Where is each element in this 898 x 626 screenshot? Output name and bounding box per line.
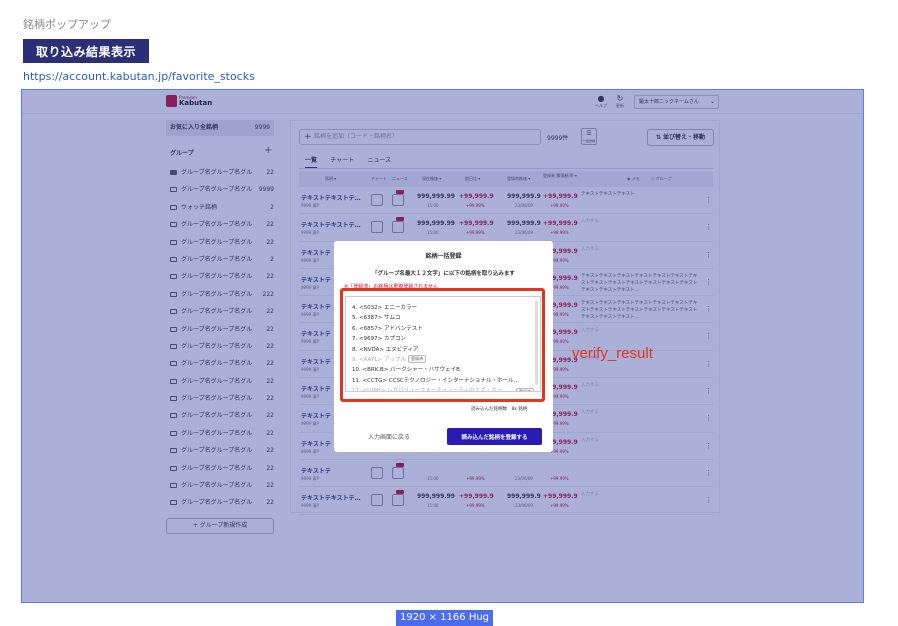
verify-result-label: verify_result	[572, 345, 653, 362]
back-to-input-link[interactable]: 入力画面に戻る	[368, 432, 410, 441]
import-count: 読み込んだ銘柄数 8k 銘柄	[471, 407, 528, 412]
modal-subtitle: 「グループ名最大１２文字」に以下の銘柄を取り込みます	[372, 271, 515, 277]
page-label: 銘柄ポップアップ	[23, 18, 111, 31]
page-url-link[interactable]: https://account.kabutan.jp/favorite_stoc…	[23, 70, 255, 83]
app: Premium Kabutan ● ヘルプ ↻ 更新 鍛太十郎ニックネームさん …	[22, 90, 863, 602]
register-imported-button[interactable]: 読み込んだ銘柄を登録する	[447, 428, 542, 445]
modal-title: 銘柄一括登録	[425, 253, 462, 260]
frame-size-label: 1920 × 1166 Hug	[396, 610, 494, 626]
verify-result-highlight	[340, 288, 545, 402]
preview-frame: Premium Kabutan ● ヘルプ ↻ 更新 鍛太十郎ニックネームさん …	[21, 89, 864, 603]
show-import-result-button[interactable]: 取り込み結果表示	[23, 39, 149, 63]
